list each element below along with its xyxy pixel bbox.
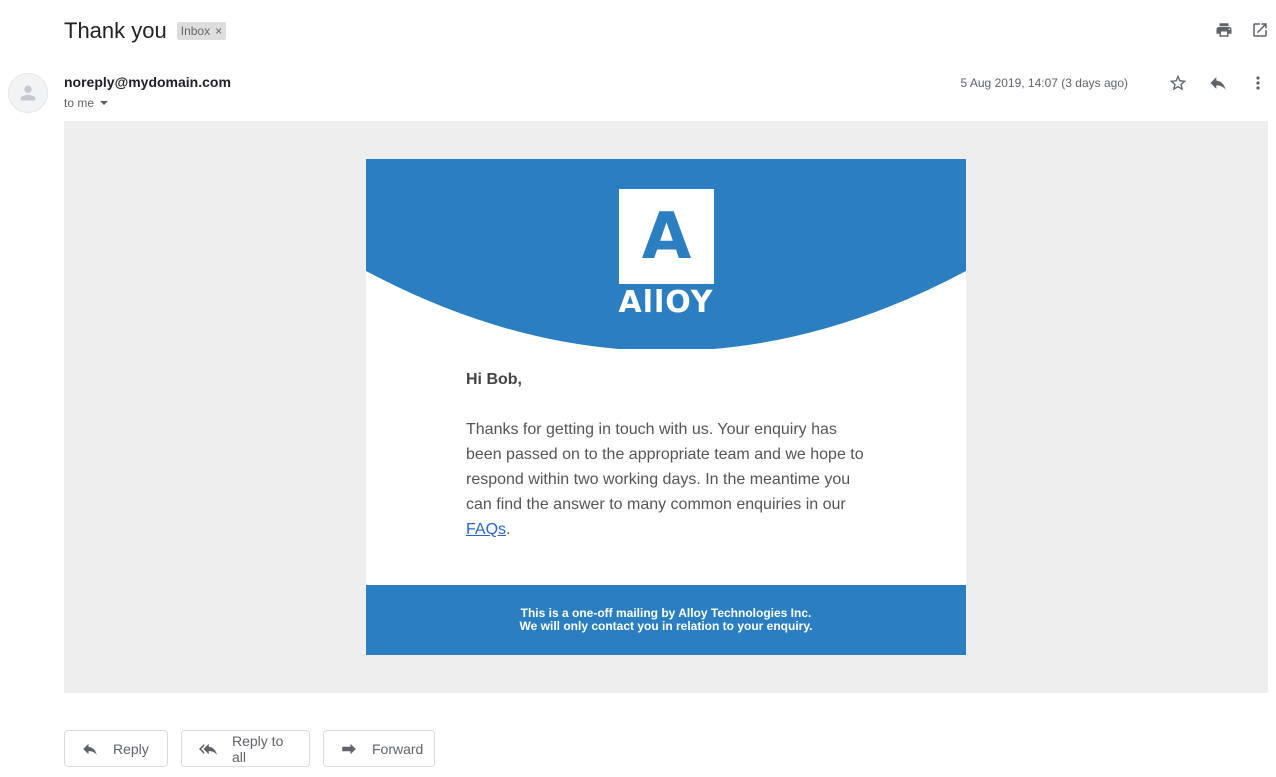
forward-button[interactable]: Forward bbox=[323, 730, 435, 767]
reply-actions: Reply Reply to all Forward bbox=[64, 730, 435, 767]
person-icon bbox=[20, 85, 36, 101]
email-card: A AllOY Hi Bob, Thanks for getting in to… bbox=[366, 159, 966, 655]
email-greeting: Hi Bob, bbox=[466, 371, 522, 388]
message-date: 5 Aug 2019, 14:07 (3 days ago) bbox=[960, 76, 1128, 90]
logo-letter: A bbox=[641, 199, 692, 274]
forward-icon bbox=[340, 740, 358, 758]
open-in-new-window-icon[interactable] bbox=[1250, 20, 1270, 40]
email-paragraph: Thanks for getting in touch with us. You… bbox=[466, 417, 876, 542]
chevron-down-icon bbox=[100, 101, 109, 105]
alloy-logo-wordmark: AllOY bbox=[618, 285, 714, 320]
forward-button-label: Forward bbox=[372, 740, 424, 757]
recipient-label: to me bbox=[64, 96, 95, 110]
reply-icon bbox=[81, 740, 99, 758]
reply-button-label: Reply bbox=[113, 740, 149, 757]
reply-button[interactable]: Reply bbox=[64, 730, 168, 767]
paragraph-period: . bbox=[506, 521, 511, 538]
reply-icon[interactable] bbox=[1208, 73, 1228, 93]
faqs-link[interactable]: FAQs bbox=[466, 521, 506, 538]
email-paragraph-text: Thanks for getting in touch with us. You… bbox=[466, 421, 864, 513]
subject-row: Thank you Inbox × bbox=[64, 16, 227, 46]
more-vertical-icon[interactable] bbox=[1248, 73, 1268, 93]
top-toolbar bbox=[1214, 20, 1270, 40]
reply-all-button-label: Reply to all bbox=[232, 732, 284, 765]
email-body-container: A AllOY Hi Bob, Thanks for getting in to… bbox=[64, 121, 1268, 693]
message-meta: 5 Aug 2019, 14:07 (3 days ago) bbox=[961, 72, 1268, 94]
recipient-details-toggle[interactable]: to me bbox=[64, 96, 109, 110]
remove-label-icon[interactable]: × bbox=[215, 24, 222, 38]
print-icon[interactable] bbox=[1214, 20, 1234, 40]
reply-all-icon bbox=[198, 740, 218, 758]
alloy-logo-mark: A bbox=[619, 189, 714, 284]
footer-line-2: We will only contact you in relation to … bbox=[519, 619, 813, 633]
star-icon[interactable] bbox=[1168, 73, 1188, 93]
email-subject: Thank you bbox=[64, 18, 167, 43]
reply-all-button[interactable]: Reply to all bbox=[181, 730, 310, 767]
email-footer: This is a one-off mailing by Alloy Techn… bbox=[366, 585, 966, 655]
label-chip-text: Inbox bbox=[180, 24, 211, 38]
sender-avatar[interactable] bbox=[8, 73, 48, 113]
sender-address[interactable]: noreply@mydomain.com bbox=[64, 74, 231, 90]
inbox-label-chip[interactable]: Inbox × bbox=[176, 22, 227, 40]
